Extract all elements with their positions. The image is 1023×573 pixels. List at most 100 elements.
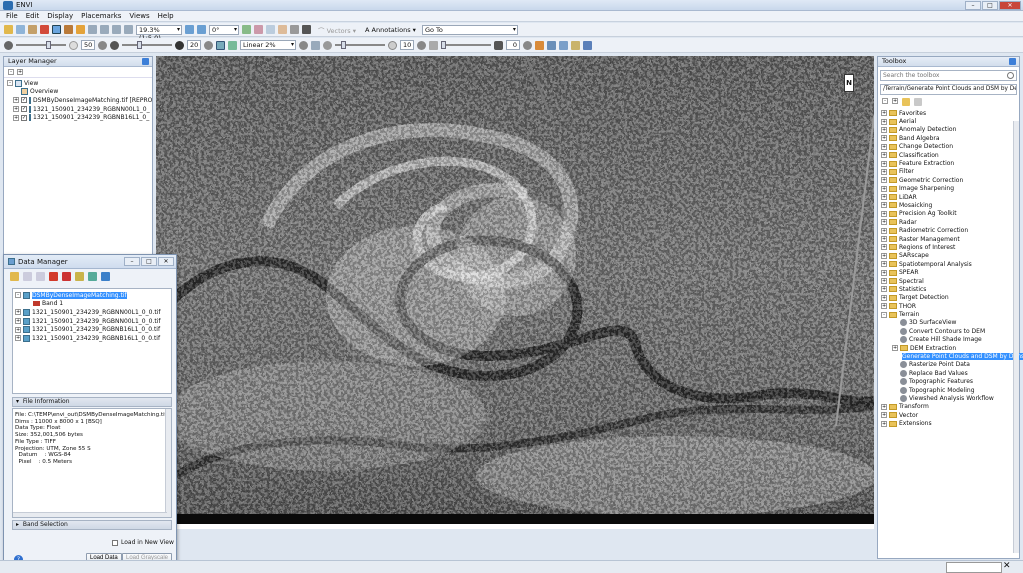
- close-status-icon[interactable]: ✕: [1003, 561, 1011, 571]
- expand-icon[interactable]: +: [13, 114, 19, 121]
- expand-icon[interactable]: [36, 272, 45, 281]
- expand-all-icon[interactable]: +: [17, 69, 23, 75]
- sharpen-value[interactable]: 10: [400, 40, 414, 50]
- enhance-icon[interactable]: [311, 40, 320, 50]
- dm-row-file[interactable]: +1321_150901_234239_RGBNB16L1_0_0.tif: [15, 325, 169, 334]
- toolbox-item-statistics[interactable]: + Statistics: [881, 285, 1016, 293]
- dsm-raster-image[interactable]: [156, 56, 874, 529]
- toolbox-item-anomaly-detection[interactable]: + Anomaly Detection: [881, 126, 1016, 134]
- expand-icon[interactable]: +: [13, 97, 19, 104]
- expand-icon[interactable]: +: [881, 168, 887, 175]
- toolbox-item-image-sharpening[interactable]: + Image Sharpening: [881, 185, 1016, 193]
- sharpen-reset-icon[interactable]: [388, 40, 397, 50]
- menu-file[interactable]: File: [6, 12, 18, 20]
- dm-maximize-button[interactable]: □: [141, 257, 157, 266]
- edit-icon[interactable]: [75, 272, 84, 281]
- image-view[interactable]: N: [156, 56, 874, 529]
- toolbox-item-topographic-modeling[interactable]: Topographic Modeling: [881, 386, 1016, 394]
- toolbox-search[interactable]: [880, 70, 1017, 81]
- collapse-icon[interactable]: [23, 272, 32, 281]
- toolbox-item-transform[interactable]: + Transform: [881, 403, 1016, 411]
- full-extent-icon[interactable]: [124, 25, 133, 34]
- chip-icon[interactable]: [266, 25, 275, 34]
- expand-icon[interactable]: +: [881, 261, 887, 268]
- dm-row-file[interactable]: +1321_150901_234239_RGBNN00L1_0_0.tif: [15, 317, 169, 326]
- toolbox-item-dem-extraction[interactable]: + DEM Extraction: [881, 344, 1016, 352]
- expand-icon[interactable]: +: [881, 244, 887, 251]
- rotate-ccw-icon[interactable]: [197, 25, 206, 34]
- portal-icon[interactable]: [302, 25, 311, 34]
- fit-icon[interactable]: [228, 40, 237, 50]
- toolbox-item-replace-bad-values[interactable]: Replace Bad Values: [881, 369, 1016, 377]
- toolbox-item-topographic-features[interactable]: Topographic Features: [881, 378, 1016, 386]
- open-file-icon[interactable]: [4, 25, 13, 34]
- expand-icon[interactable]: +: [881, 252, 887, 259]
- layer-row-dsm[interactable]: + ✓ DSMByDenseImageMatching.tif [REPRO: [7, 96, 152, 105]
- close-all-icon[interactable]: [62, 272, 71, 281]
- expand-icon[interactable]: +: [881, 160, 887, 167]
- histogram-icon[interactable]: [216, 40, 225, 50]
- close-window-button[interactable]: ✕: [999, 1, 1021, 10]
- toolbox-item-geometric-correction[interactable]: + Geometric Correction: [881, 176, 1016, 184]
- expand-all-icon[interactable]: +: [892, 98, 898, 104]
- close-file-icon[interactable]: [49, 272, 58, 281]
- expand-icon[interactable]: +: [15, 309, 21, 316]
- layer-row-overview[interactable]: Overview: [7, 88, 149, 97]
- dm-row-dsm[interactable]: - DSMByDenseImageMatching.tif: [15, 291, 169, 300]
- expand-icon[interactable]: +: [881, 210, 887, 217]
- toolbox-item-feature-extraction[interactable]: + Feature Extraction: [881, 159, 1016, 167]
- brightness-value[interactable]: 50: [81, 40, 95, 50]
- band-selection-header[interactable]: ▸ Band Selection: [12, 520, 172, 530]
- measure-icon[interactable]: [290, 25, 299, 34]
- brightness-reset-icon[interactable]: [69, 40, 78, 50]
- toolbox-item-radar[interactable]: + Radar: [881, 218, 1016, 226]
- open-icon[interactable]: [10, 272, 19, 281]
- collapse-icon[interactable]: -: [15, 292, 21, 299]
- expand-icon[interactable]: +: [881, 135, 887, 142]
- dm-close-button[interactable]: ✕: [158, 257, 174, 266]
- expand-icon[interactable]: +: [881, 303, 887, 310]
- refresh-contrast-icon[interactable]: [204, 40, 213, 50]
- toolbox-item-generate-point-clouds-and-dsm-by-dense[interactable]: Generate Point Clouds and DSM by Dense: [881, 352, 1023, 361]
- load-new-view-option[interactable]: Load in New View: [112, 539, 174, 546]
- data-manager-icon[interactable]: [16, 25, 25, 34]
- toolbox-item-band-algebra[interactable]: + Band Algebra: [881, 134, 1016, 142]
- toolbox-item-viewshed-analysis-workflow[interactable]: Viewshed Analysis Workflow: [881, 394, 1016, 402]
- expand-icon[interactable]: +: [881, 269, 887, 276]
- expand-icon[interactable]: +: [881, 420, 887, 427]
- export-icon[interactable]: [101, 272, 110, 281]
- save-icon[interactable]: [28, 25, 37, 34]
- expand-icon[interactable]: +: [881, 152, 887, 159]
- crosshair-icon[interactable]: [242, 25, 251, 34]
- layer-row-nn00[interactable]: + ✓ 1321_150901_234239_RGBNN00L1_0_: [7, 105, 150, 114]
- menu-edit[interactable]: Edit: [26, 12, 40, 20]
- toolbox-item-lidar[interactable]: + LiDAR: [881, 193, 1016, 201]
- zoom-out-icon[interactable]: [112, 25, 121, 34]
- toolbox-item-favorites[interactable]: + Favorites: [881, 109, 1016, 117]
- sharpen-slider[interactable]: [335, 41, 385, 49]
- layer-visibility-checkbox[interactable]: ✓: [21, 114, 27, 121]
- expand-icon[interactable]: +: [881, 202, 887, 209]
- refresh-stretch-icon[interactable]: [299, 40, 308, 50]
- layer-visibility-checkbox[interactable]: ✓: [21, 106, 27, 113]
- extensions-icon[interactable]: [914, 98, 922, 106]
- file-information-header[interactable]: ▾ File Information: [12, 397, 172, 407]
- placemark-icon[interactable]: [40, 25, 49, 34]
- layer-row-view[interactable]: - View: [7, 79, 149, 88]
- collapse-all-icon[interactable]: -: [882, 98, 888, 104]
- load-new-view-checkbox[interactable]: [112, 539, 118, 546]
- file-info-hscrollbar[interactable]: [13, 512, 167, 517]
- toolbox-item-spatiotemporal-analysis[interactable]: + Spatiotemporal Analysis: [881, 260, 1016, 268]
- pin-to-toolbar-icon[interactable]: [88, 272, 97, 281]
- dm-row-band1[interactable]: Band 1: [15, 300, 169, 309]
- toolbox-item-aerial[interactable]: + Aerial: [881, 117, 1016, 125]
- pin-icon[interactable]: [142, 58, 149, 65]
- zoom-in-icon[interactable]: [100, 25, 109, 34]
- toolbox-item-mosaicking[interactable]: + Mosaicking: [881, 201, 1016, 209]
- contrast-value[interactable]: 20: [187, 40, 201, 50]
- menu-views[interactable]: Views: [129, 12, 149, 20]
- toolbox-item-raster-management[interactable]: + Raster Management: [881, 235, 1016, 243]
- toolbox-item-thor[interactable]: + THOR: [881, 302, 1016, 310]
- swipe-icon[interactable]: [571, 40, 580, 50]
- toolbox-item-regions-of-interest[interactable]: + Regions of Interest: [881, 243, 1016, 251]
